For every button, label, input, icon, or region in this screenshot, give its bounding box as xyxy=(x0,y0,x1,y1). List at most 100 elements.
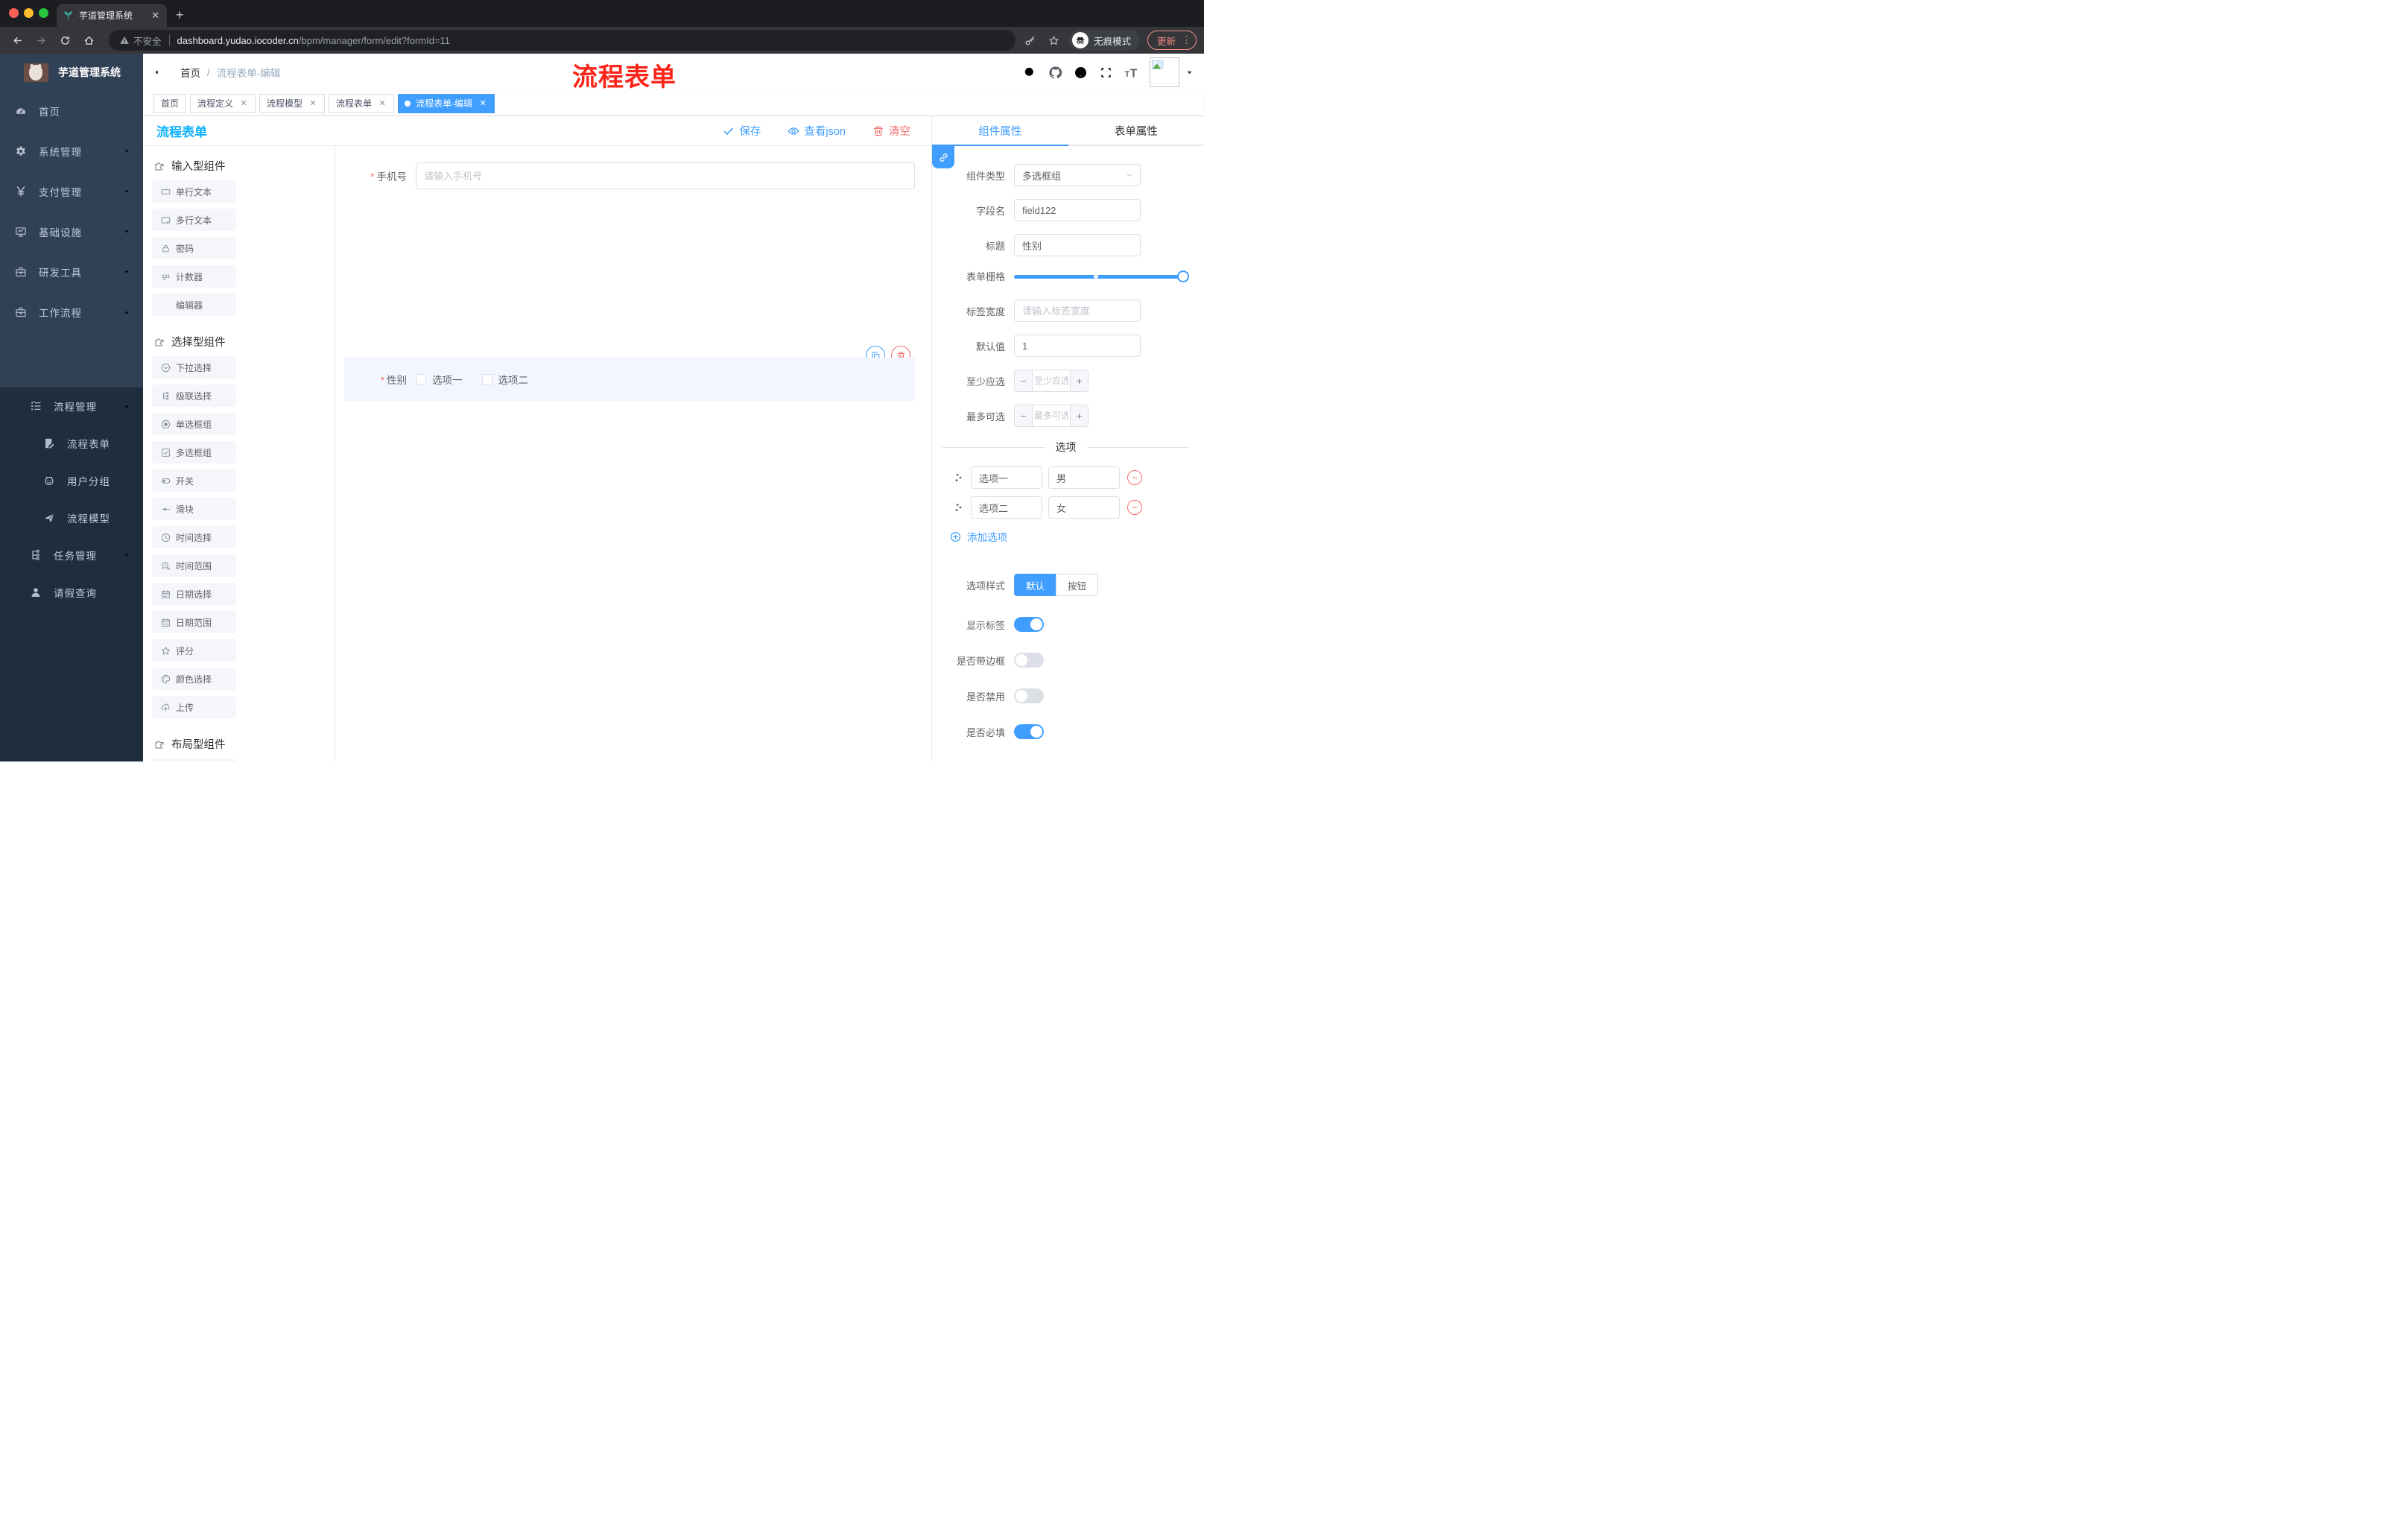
option1-value-input[interactable] xyxy=(1048,466,1120,489)
tab-form-props[interactable]: 表单属性 xyxy=(1068,116,1205,145)
sidebar-item-home[interactable]: 首页 xyxy=(0,91,143,131)
breadcrumb-home[interactable]: 首页 xyxy=(180,65,200,80)
slider-handle[interactable] xyxy=(1177,270,1189,282)
update-button[interactable]: 更新 ⋮ xyxy=(1147,31,1197,50)
sidebar-item-payment[interactable]: 支付管理 xyxy=(0,171,143,212)
component-chip-time-range[interactable]: 时间范围 xyxy=(152,554,236,577)
field-name-input[interactable] xyxy=(1014,199,1141,221)
decrease-button[interactable] xyxy=(1015,370,1032,391)
required-toggle[interactable] xyxy=(1014,724,1044,739)
sidebar-item-devtools[interactable]: 研发工具 xyxy=(0,252,143,292)
back-icon[interactable] xyxy=(7,31,27,50)
max-count-input[interactable] xyxy=(1032,405,1071,426)
border-toggle[interactable] xyxy=(1014,653,1044,668)
github-icon[interactable] xyxy=(1048,66,1062,80)
sidebar-collapse-icon[interactable] xyxy=(153,65,168,80)
component-chip-slider[interactable]: 滑块 xyxy=(152,498,236,520)
add-option-button[interactable]: 添加选项 xyxy=(950,529,1189,544)
tag-process-definition[interactable]: 流程定义 ✕ xyxy=(190,93,256,113)
address-bar[interactable]: 不安全 dashboard.yudao.iocoder.cn/bpm/manag… xyxy=(109,30,1016,51)
fullscreen-icon[interactable] xyxy=(1099,66,1113,80)
bookmark-star-icon[interactable] xyxy=(1045,31,1063,49)
security-label[interactable]: 不安全 xyxy=(133,34,162,48)
sidebar-item-process-manage[interactable]: 流程管理 xyxy=(0,387,143,425)
remove-option-button[interactable] xyxy=(1127,500,1142,515)
show-label-toggle[interactable] xyxy=(1014,617,1044,632)
tag-close-icon[interactable]: ✕ xyxy=(478,98,488,109)
drag-handle-icon[interactable] xyxy=(953,472,965,484)
component-chip-upload[interactable]: 上传 xyxy=(152,696,236,718)
component-chip-single-line[interactable]: 单行文本 xyxy=(152,180,236,203)
component-chip-time[interactable]: 时间选择 xyxy=(152,526,236,548)
sidebar-item-system[interactable]: 系统管理 xyxy=(0,131,143,171)
tag-home[interactable]: 首页 xyxy=(153,93,187,113)
text-size-icon[interactable] xyxy=(1124,66,1138,80)
avatar-caret-icon[interactable] xyxy=(1185,69,1194,77)
style-button-button[interactable]: 按钮 xyxy=(1056,574,1099,596)
component-chip-checkbox-group[interactable]: 多选框组 xyxy=(152,441,236,463)
gender-checkbox-option2[interactable]: 选项二 xyxy=(481,372,528,387)
sidebar-item-infra[interactable]: 基础设施 xyxy=(0,212,143,252)
component-chip-switch[interactable]: 开关 xyxy=(152,469,236,492)
help-icon[interactable] xyxy=(1074,66,1088,80)
browser-menu-dots-icon[interactable]: ⋮ xyxy=(1182,34,1191,46)
sidebar-item-process-form[interactable]: 流程表单 xyxy=(0,425,143,462)
tag-process-form[interactable]: 流程表单 ✕ xyxy=(329,93,395,113)
min-count-input[interactable] xyxy=(1032,370,1071,391)
component-chip-cascader[interactable]: 级联选择 xyxy=(152,384,236,407)
search-icon[interactable] xyxy=(1023,66,1037,80)
avatar[interactable] xyxy=(1150,57,1179,87)
drag-handle-icon[interactable] xyxy=(953,501,965,513)
sidebar-item-process-model[interactable]: 流程模型 xyxy=(0,499,143,536)
remove-option-button[interactable] xyxy=(1127,470,1142,485)
tag-process-form-edit[interactable]: 流程表单-编辑 ✕ xyxy=(398,93,495,113)
save-button[interactable]: 保存 xyxy=(723,123,761,139)
gender-checkbox-option1[interactable]: 选项一 xyxy=(416,372,463,387)
tag-close-icon[interactable]: ✕ xyxy=(308,98,318,109)
window-maximize-button[interactable] xyxy=(39,8,48,18)
style-default-button[interactable]: 默认 xyxy=(1014,574,1056,596)
tag-close-icon[interactable]: ✕ xyxy=(238,98,249,109)
home-icon[interactable] xyxy=(79,31,98,50)
forward-icon[interactable] xyxy=(31,31,51,50)
form-grid-slider[interactable] xyxy=(1014,270,1189,282)
reload-icon[interactable] xyxy=(55,31,75,50)
component-chip-select[interactable]: 下拉选择 xyxy=(152,356,236,379)
component-chip-date[interactable]: 日期选择 xyxy=(152,583,236,605)
label-width-input[interactable] xyxy=(1014,300,1141,322)
selected-gender-component[interactable]: * 性别 选项一 选项二 xyxy=(344,358,915,401)
tab-close-icon[interactable]: ✕ xyxy=(150,10,161,22)
component-chip-color[interactable]: 颜色选择 xyxy=(152,668,236,690)
component-type-select[interactable]: 多选框组 xyxy=(1014,164,1141,186)
tab-component-props[interactable]: 组件属性 xyxy=(932,116,1068,145)
component-chip-rate[interactable]: 评分 xyxy=(152,639,236,662)
option2-value-input[interactable] xyxy=(1048,496,1120,519)
title-input[interactable] xyxy=(1014,234,1141,256)
app-logo[interactable]: 芋道管理系统 xyxy=(0,54,143,91)
tag-process-model[interactable]: 流程模型 ✕ xyxy=(259,93,326,113)
decrease-button[interactable] xyxy=(1015,405,1032,426)
increase-button[interactable] xyxy=(1071,370,1088,391)
new-tab-button[interactable]: + xyxy=(176,6,184,24)
tag-close-icon[interactable]: ✕ xyxy=(377,98,387,109)
sidebar-item-task-manage[interactable]: 任务管理 xyxy=(0,536,143,574)
phone-input[interactable] xyxy=(416,162,915,189)
window-close-button[interactable] xyxy=(9,8,19,18)
option2-label-input[interactable] xyxy=(971,496,1042,519)
component-chip-counter[interactable]: 计数器 xyxy=(152,265,236,288)
clear-button[interactable]: 清空 xyxy=(872,123,910,139)
default-value-input[interactable] xyxy=(1014,335,1141,357)
component-chip-date-range[interactable]: 日期范围 xyxy=(152,611,236,633)
component-chip-editor[interactable]: 编辑器 xyxy=(152,294,236,316)
component-chip-radio-group[interactable]: 单选框组 xyxy=(152,413,236,435)
sidebar-item-user-group[interactable]: 用户分组 xyxy=(0,462,143,499)
component-chip-textarea[interactable]: 多行文本 xyxy=(152,209,236,231)
option1-label-input[interactable] xyxy=(971,466,1042,489)
browser-tab[interactable]: 芋道管理系统 ✕ xyxy=(57,4,167,27)
sidebar-item-workflow[interactable]: 工作流程 xyxy=(0,292,143,332)
password-key-icon[interactable] xyxy=(1021,31,1039,49)
disabled-toggle[interactable] xyxy=(1014,688,1044,703)
sidebar-item-leave-query[interactable]: 请假查询 xyxy=(0,574,143,611)
component-chip-row-container[interactable]: 行容器 xyxy=(152,759,236,762)
component-chip-password[interactable]: 密码 xyxy=(152,237,236,259)
